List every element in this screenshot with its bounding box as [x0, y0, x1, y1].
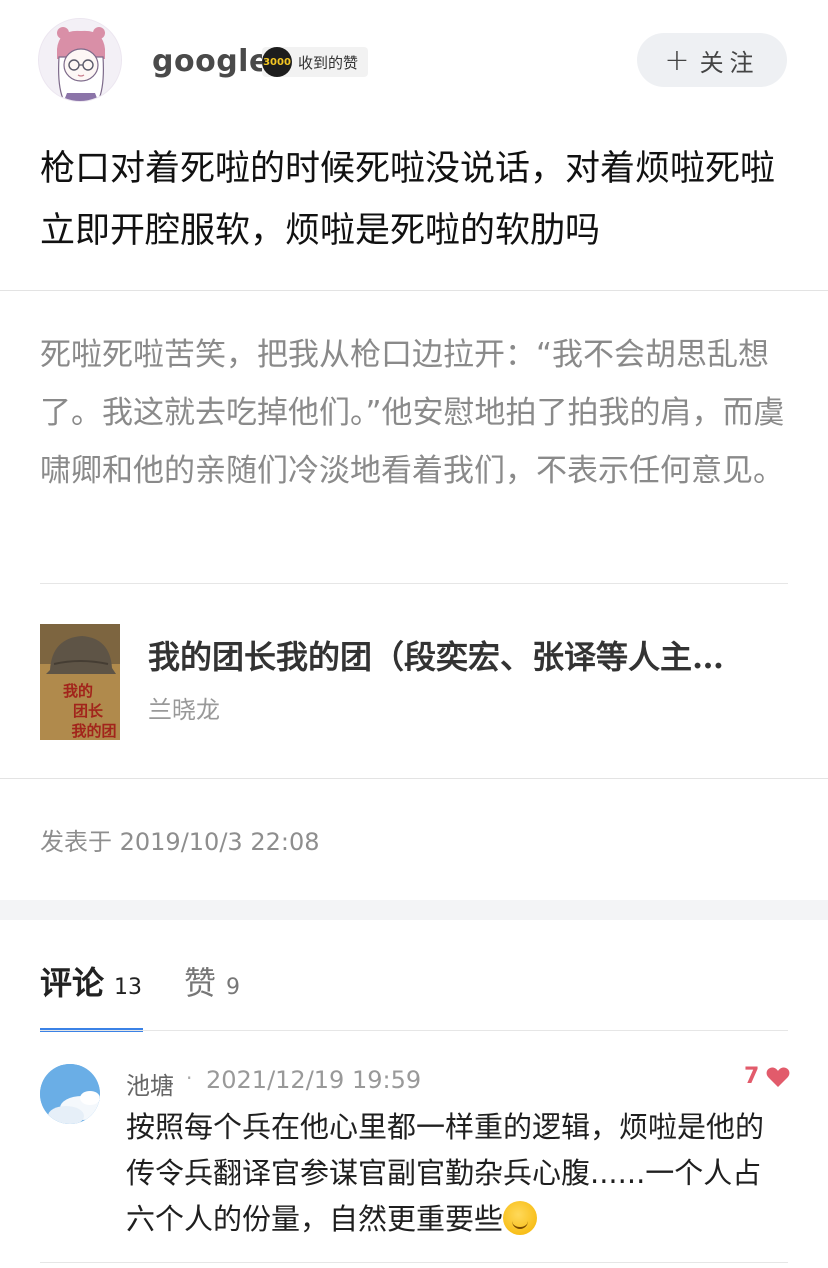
comment-author[interactable]: 池塘	[126, 1066, 174, 1101]
divider	[40, 1262, 788, 1263]
comment-like-count: 7	[744, 1064, 760, 1089]
follow-button[interactable]: + 关注	[637, 33, 787, 87]
comment-body: 按照每个兵在他心里都一样重的逻辑，烦啦是他的传令兵翻译官参谋官副官勤杂兵心腹..…	[126, 1110, 765, 1236]
divider	[40, 583, 788, 584]
sky-avatar-image	[40, 1064, 100, 1124]
tab-likes[interactable]: 赞 9	[184, 958, 240, 1004]
book-excerpt: 死啦死啦苦笑，把我从枪口边拉开：“我不会胡思乱想了。我这就去吃掉他们。”他安慰地…	[40, 337, 785, 489]
tab-comments-count: 13	[114, 975, 143, 1000]
tab-comments-label: 评论	[40, 964, 105, 1002]
likes-badge-icon: 3000	[262, 47, 292, 77]
follow-label: 关注	[699, 48, 760, 77]
comment-time: 2021/12/19 19:59	[206, 1066, 422, 1094]
svg-text:团长: 团长	[73, 702, 104, 720]
tab-likes-label: 赞	[184, 964, 217, 1002]
tab-likes-count: 9	[226, 975, 241, 1000]
heart-icon	[766, 1067, 790, 1087]
book-author[interactable]: 兰晓龙	[148, 690, 220, 725]
comments-likes-tabs: 评论 13 赞 9	[0, 920, 828, 1032]
tab-comments[interactable]: 评论 13	[40, 958, 142, 1004]
post-header: google 3000 收到的赞 + 关注	[0, 0, 828, 124]
svg-text:我的: 我的	[63, 682, 93, 700]
user-avatar[interactable]	[38, 18, 122, 102]
plus-icon: +	[664, 42, 690, 78]
svg-text:我的团: 我的团	[71, 722, 116, 740]
divider	[0, 778, 828, 779]
post-question: 枪口对着死啦的时候死啦没说话，对着烦啦死啦立即开腔服软，烦啦是死啦的软肋吗	[40, 149, 776, 251]
smiling-hearts-emoji-icon	[503, 1201, 538, 1235]
book-cover-image[interactable]: 我的 团长 我的团	[40, 624, 120, 740]
helmet-cover-art: 我的 团长 我的团	[40, 624, 120, 740]
comment-item: 池塘 · 2021/12/19 19:59 7 按照每个兵在他心里都一样重的逻辑…	[0, 1032, 828, 1268]
comment-like-button[interactable]: 7	[744, 1064, 791, 1089]
section-separator	[0, 900, 828, 920]
publish-time: 发表于 2019/10/3 22:08	[40, 828, 320, 856]
comment-text: 按照每个兵在他心里都一样重的逻辑，烦啦是他的传令兵翻译官参谋官副官勤杂兵心腹..…	[126, 1104, 790, 1242]
username[interactable]: google	[152, 44, 270, 79]
likes-received-badge: 3000 收到的赞	[262, 47, 369, 77]
divider	[0, 290, 828, 291]
divider	[40, 1030, 788, 1031]
girl-avatar-illustration	[39, 19, 121, 101]
commenter-avatar[interactable]	[40, 1064, 100, 1124]
comment-separator: ·	[186, 1066, 193, 1090]
likes-badge-label: 收到的赞	[298, 53, 359, 72]
book-title[interactable]: 我的团长我的团（段奕宏、张译等人主…	[148, 632, 768, 678]
